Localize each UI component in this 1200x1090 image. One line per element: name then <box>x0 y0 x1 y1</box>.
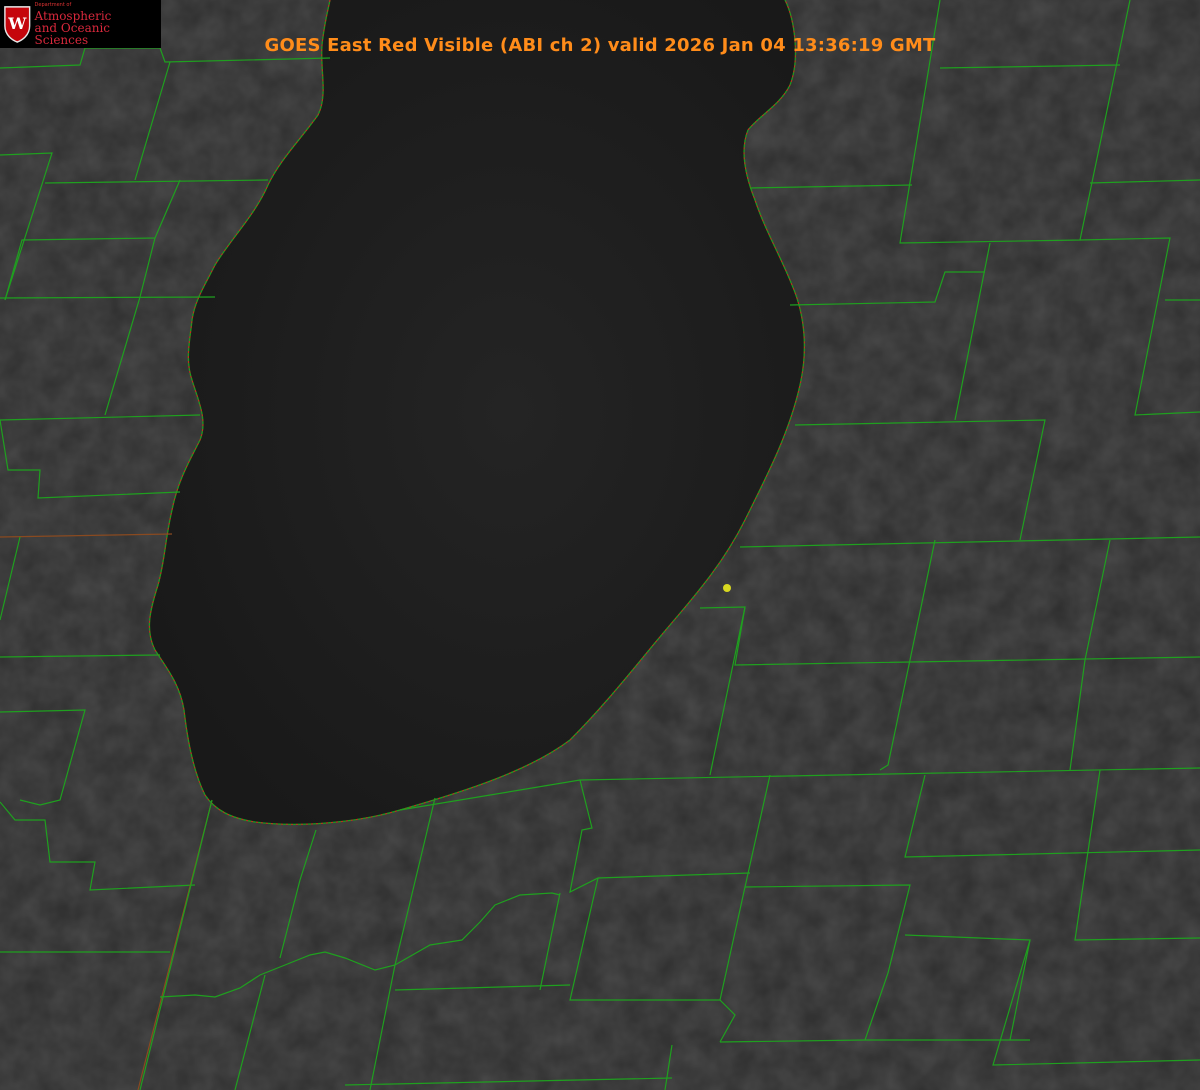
svg-text:W: W <box>7 14 27 33</box>
image-title: GOES East Red Visible (ABI ch 2) valid 2… <box>264 35 936 56</box>
logo-department: Department of <box>34 1 72 8</box>
site-marker <box>723 584 731 592</box>
satellite-map <box>0 0 1200 1090</box>
logo-line-1: Atmospheric <box>34 8 112 23</box>
